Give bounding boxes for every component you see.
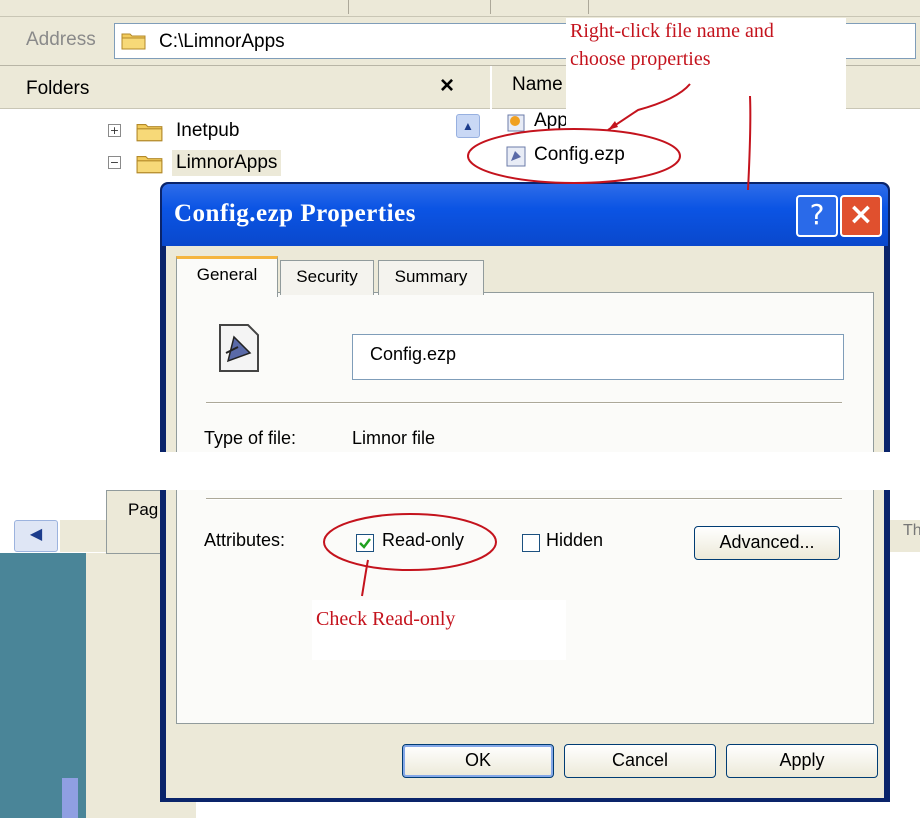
arrowhead	[608, 121, 618, 130]
annotation-line	[747, 95, 752, 191]
annotation-overlay	[323, 83, 752, 597]
annotation-arrow	[607, 83, 691, 131]
config-ellipse	[467, 128, 681, 184]
readonly-ellipse	[323, 513, 497, 571]
